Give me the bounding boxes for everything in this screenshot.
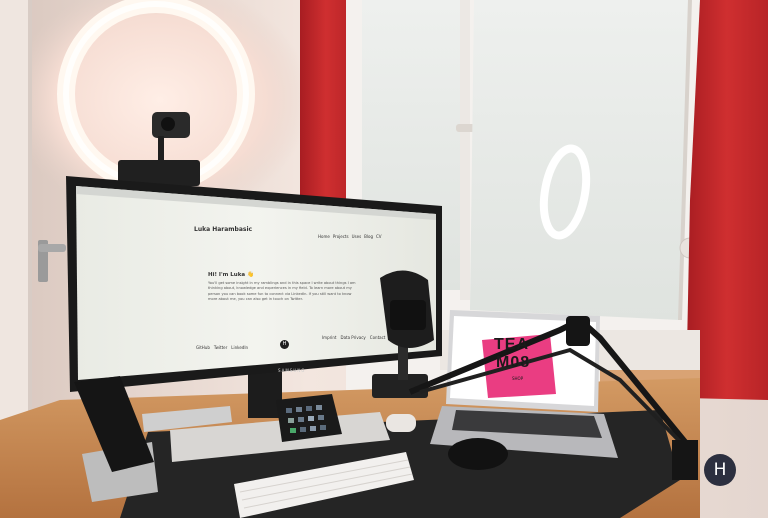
desk-setup-photo: Luka Harambasic Home Projects Uses Blog …: [0, 0, 768, 518]
monitor-nav: Home Projects Uses Blog CV: [318, 234, 382, 239]
mouse: [448, 438, 508, 470]
earbuds-case: [386, 414, 416, 432]
red-wall-panel: [300, 0, 352, 200]
monitor-nav-item: Uses: [351, 234, 362, 239]
monitor-footer-link: Imprint: [322, 335, 337, 340]
laptop-title-line1: TEA: [494, 336, 529, 353]
monitor-footer-right: Imprint Data Privacy Contact: [322, 335, 385, 340]
monitor-footer-link: Twitter: [213, 345, 228, 350]
boom-clamp: [672, 440, 698, 480]
monitor-bio: You'll get some insight in my ramblings …: [208, 281, 356, 301]
watermark-logo-badge: H: [704, 454, 736, 486]
monitor-footer-link: LinkedIn: [231, 345, 249, 350]
laptop-subtitle: SHOP: [512, 376, 524, 381]
monitor-nav-item: CV: [376, 234, 382, 239]
monitor-nav-item: Home: [318, 234, 330, 239]
door-frame: [0, 0, 28, 440]
photo-scene: [0, 0, 768, 518]
monitor-brand: SAMSUNG: [278, 368, 306, 373]
monitor-nav-item: Projects: [332, 234, 349, 239]
monitor-nav-item: Blog: [364, 234, 373, 239]
monitor-greeting: Hi! I'm Luka 👋: [208, 272, 254, 278]
monitor-footer-link: Data Privacy: [340, 335, 366, 340]
laptop-title-line2: M08: [496, 354, 531, 371]
monitor-site-name: Luka Harambasic: [194, 226, 253, 233]
monitor-footer-link: GitHub: [196, 345, 210, 350]
monitor-footer-link: Contact: [369, 335, 386, 340]
monitor-logo-icon: H: [280, 340, 289, 349]
monitor-footer-left: GitHub Twitter LinkedIn: [196, 345, 248, 350]
